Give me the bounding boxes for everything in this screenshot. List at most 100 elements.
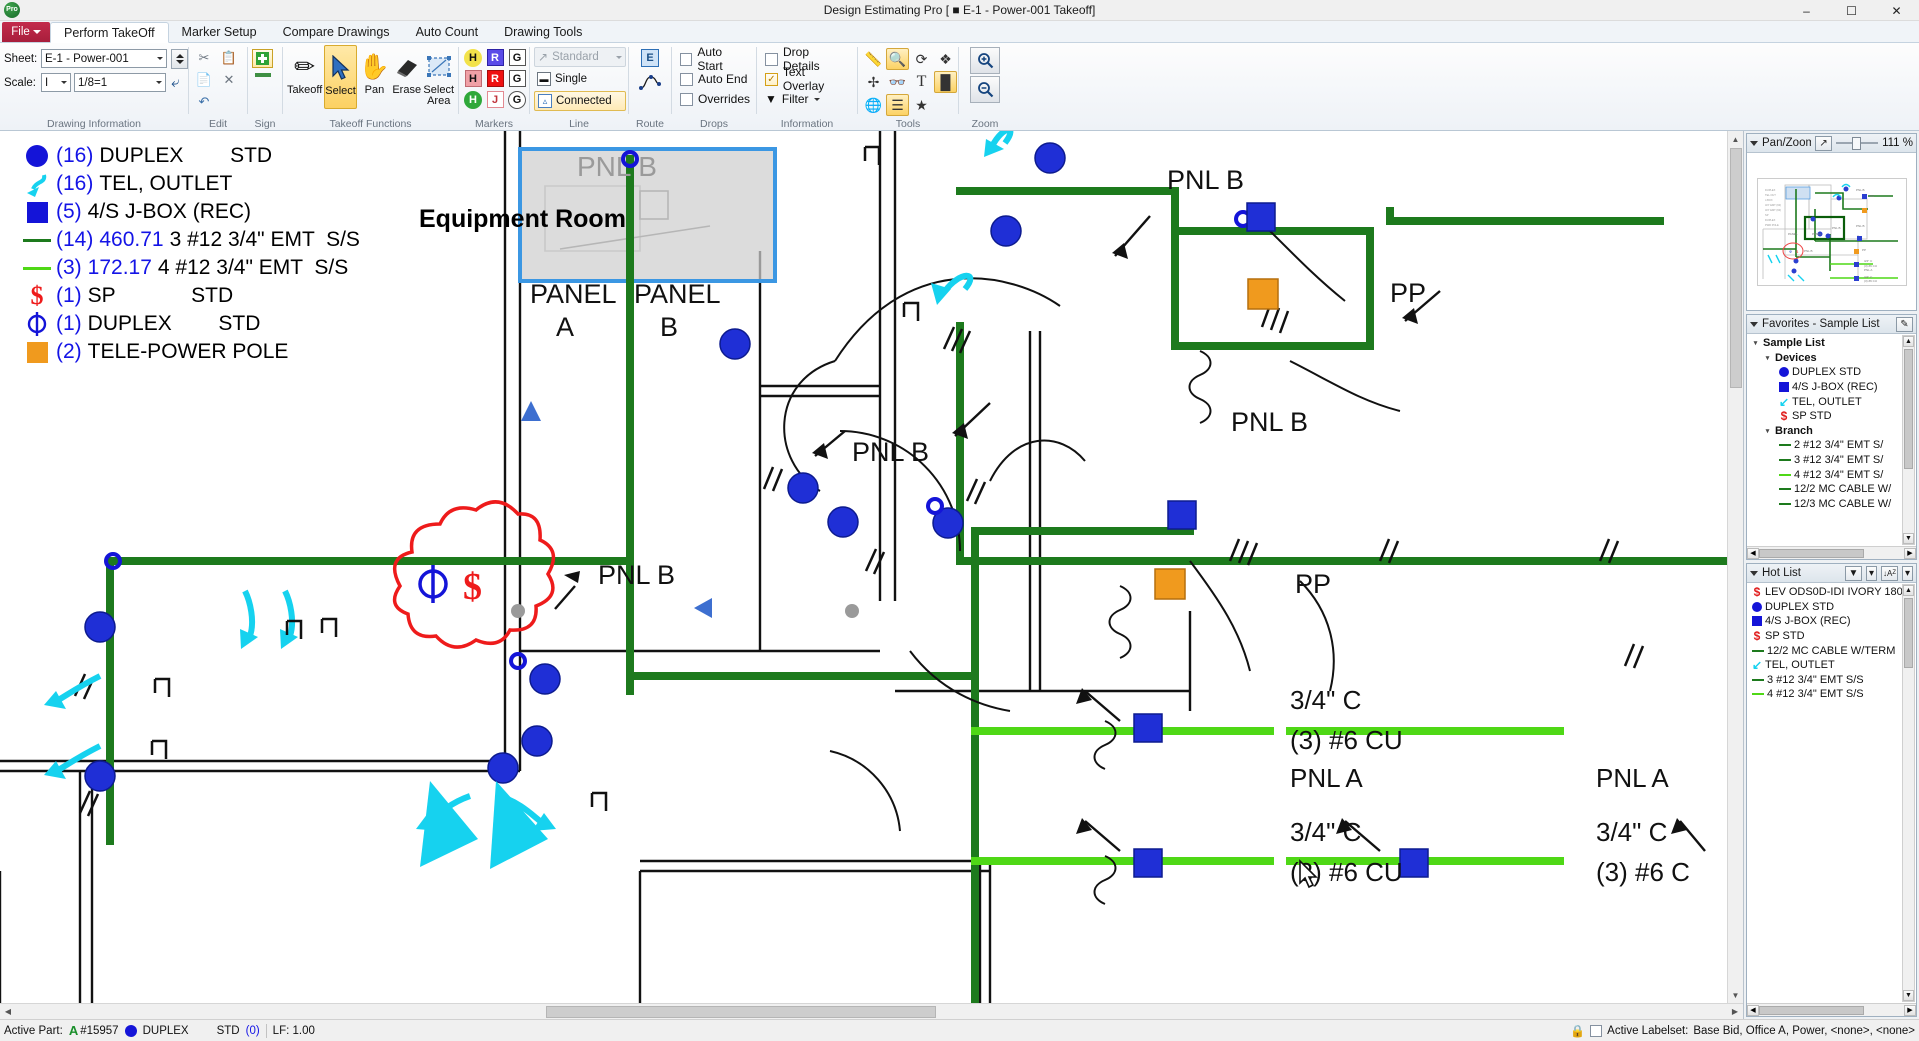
hscroll-thumb[interactable] bbox=[1759, 1005, 1864, 1015]
tree-node-sample-list[interactable]: ▾ Sample List bbox=[1749, 336, 1916, 351]
checkbox-auto-start[interactable]: Auto Start bbox=[676, 45, 752, 73]
checkbox-auto-end[interactable]: Auto End bbox=[676, 69, 751, 89]
sheet-select[interactable]: E-1 - Power-001 bbox=[41, 49, 167, 68]
erase-button[interactable]: Erase bbox=[392, 45, 421, 109]
takeoff-button[interactable]: ✏ Takeoff bbox=[287, 45, 322, 109]
sort-dropdown-icon[interactable]: ▾ bbox=[1902, 565, 1913, 581]
tree-item-branch-4[interactable]: 4 #12 3/4" EMT S/ bbox=[1749, 467, 1916, 482]
favorites-tree[interactable]: ▾ Sample List ▾ Devices DUPLEX STD 4/S J… bbox=[1747, 334, 1916, 546]
sort-az-icon[interactable]: ↓A Z bbox=[1881, 565, 1898, 581]
marker-h-yellow[interactable]: H bbox=[463, 48, 483, 67]
sheet-stepper[interactable] bbox=[171, 48, 188, 69]
scroll-up-icon[interactable]: ▲ bbox=[1903, 336, 1914, 347]
hot-list-header[interactable]: Hot List ▼ ▾ ↓A Z ▾ bbox=[1747, 564, 1916, 583]
marker-g-white[interactable]: G bbox=[507, 48, 527, 67]
delete-icon[interactable]: ✕ bbox=[218, 70, 240, 90]
cut-icon[interactable]: ✂ bbox=[193, 48, 215, 68]
target-icon[interactable]: ❖ bbox=[934, 48, 957, 70]
select-button[interactable]: Select bbox=[324, 45, 357, 109]
route-e-button[interactable]: E bbox=[638, 47, 662, 69]
legend-item[interactable]: (16) TEL, OUTLET bbox=[18, 170, 360, 198]
tab-perform-takeoff[interactable]: Perform TakeOff bbox=[50, 22, 169, 43]
maximize-button[interactable]: ☐ bbox=[1829, 0, 1874, 21]
scroll-right-icon[interactable]: ▶ bbox=[1904, 547, 1916, 559]
remove-sign-button[interactable] bbox=[254, 73, 271, 77]
hot-list-items[interactable]: $ LEV ODS0D-IDI IVORY 180D DUPLEX STD 4/… bbox=[1747, 583, 1916, 1003]
canvas-horizontal-scrollbar[interactable]: ◀ ▶ bbox=[0, 1003, 1743, 1019]
legend-item[interactable]: (3) 172.17 4 #12 3/4" EMT S/S bbox=[18, 254, 360, 282]
marker-r-red[interactable]: R bbox=[485, 69, 505, 88]
vscroll-thumb[interactable] bbox=[1904, 598, 1913, 668]
zoom-out-button[interactable] bbox=[970, 76, 1000, 103]
paste-icon[interactable]: 📄 bbox=[193, 70, 215, 90]
tree-item-mc-12-3[interactable]: 12/3 MC CABLE W/ bbox=[1749, 497, 1916, 512]
scroll-down-icon[interactable]: ▼ bbox=[1903, 533, 1914, 544]
pan-zoom-body[interactable]: DUPLEX TEL OUT J-BOX 3/4" EMT (60) 3/4" EMT… bbox=[1747, 153, 1916, 310]
rotate-icon[interactable]: ⟳ bbox=[910, 48, 933, 70]
caret-icon[interactable]: ▾ bbox=[1763, 354, 1772, 362]
scroll-down-icon[interactable]: ▼ bbox=[1903, 990, 1914, 1001]
hot-list-item[interactable]: 3 #12 3/4" EMT S/S bbox=[1749, 673, 1916, 688]
favorites-header[interactable]: Favorites - Sample List ✎ bbox=[1747, 315, 1916, 334]
tree-item-sp[interactable]: $ SP STD bbox=[1749, 409, 1916, 424]
scroll-down-icon[interactable]: ▼ bbox=[1728, 987, 1744, 1003]
minimize-button[interactable]: – bbox=[1784, 0, 1829, 21]
chevron-down-icon[interactable] bbox=[57, 74, 70, 91]
zoom-slider[interactable] bbox=[1836, 136, 1879, 150]
checkbox-overrides[interactable]: Overrides bbox=[676, 89, 754, 109]
measure-icon[interactable]: 📏 bbox=[862, 48, 885, 70]
scroll-up-icon[interactable]: ▲ bbox=[1903, 585, 1914, 596]
hot-list-horizontal-scrollbar[interactable]: ◀ ▶ bbox=[1747, 1003, 1916, 1016]
scale-select[interactable]: 1/8=1 bbox=[74, 73, 166, 92]
close-button[interactable]: ✕ bbox=[1874, 0, 1919, 21]
select-area-button[interactable]: Select Area bbox=[423, 45, 454, 109]
tree-item-branch-3[interactable]: 3 #12 3/4" EMT S/ bbox=[1749, 453, 1916, 468]
canvas-vertical-scrollbar[interactable]: ▲ ▼ bbox=[1727, 131, 1743, 1003]
scroll-left-icon[interactable]: ◀ bbox=[0, 1004, 16, 1020]
file-menu-button[interactable]: File bbox=[2, 22, 50, 42]
collapse-icon[interactable] bbox=[1750, 321, 1758, 327]
tab-auto-count[interactable]: Auto Count bbox=[403, 21, 492, 42]
collapse-icon[interactable] bbox=[1750, 570, 1758, 576]
line-single-option[interactable]: ▬ Single bbox=[534, 69, 626, 89]
scroll-left-icon[interactable]: ◀ bbox=[1747, 547, 1759, 559]
text-icon[interactable]: T bbox=[910, 71, 933, 93]
labelset-checkbox[interactable] bbox=[1590, 1024, 1603, 1037]
line-standard-select[interactable]: ↗ Standard bbox=[534, 47, 626, 67]
caret-icon[interactable]: ▾ bbox=[1751, 339, 1760, 347]
pan-zoom-header[interactable]: Pan/Zoom ↗ 111 % bbox=[1747, 134, 1916, 153]
expand-icon[interactable]: ↗ bbox=[1815, 135, 1833, 151]
legend-item[interactable]: (2) TELE-POWER POLE bbox=[18, 338, 360, 366]
route-path-button[interactable] bbox=[638, 71, 662, 93]
hot-list-item[interactable]: 4 #12 3/4" EMT S/S bbox=[1749, 687, 1916, 702]
tree-item-duplex[interactable]: DUPLEX STD bbox=[1749, 365, 1916, 380]
scroll-up-icon[interactable]: ▲ bbox=[1728, 131, 1744, 147]
marker-g-outline[interactable]: G bbox=[507, 69, 527, 88]
funnel-dropdown-icon[interactable]: ▾ bbox=[1866, 565, 1877, 581]
hscroll-thumb[interactable] bbox=[546, 1005, 936, 1018]
copy-icon[interactable]: 📋 bbox=[218, 48, 240, 68]
tab-compare-drawings[interactable]: Compare Drawings bbox=[270, 21, 403, 42]
legend-item[interactable]: $ (1) SP STD bbox=[18, 281, 360, 310]
hot-list-item[interactable]: 12/2 MC CABLE W/TERM bbox=[1749, 643, 1916, 658]
glasses-icon[interactable]: 👓 bbox=[886, 71, 909, 93]
drawing-canvas[interactable]: $ PNL B PNL B PNL B PNL B PP PP PNL B PA… bbox=[0, 131, 1727, 1003]
chevron-down-icon[interactable] bbox=[153, 50, 166, 67]
collapse-icon[interactable] bbox=[1750, 140, 1758, 146]
hot-list-item[interactable]: $ LEV ODS0D-IDI IVORY 180D bbox=[1749, 585, 1916, 600]
tree-item-mc-12-2[interactable]: 12/2 MC CABLE W/ bbox=[1749, 482, 1916, 497]
tree-item-jbox[interactable]: 4/S J-BOX (REC) bbox=[1749, 380, 1916, 395]
hot-list-item[interactable]: $ SP STD bbox=[1749, 629, 1916, 644]
scroll-left-icon[interactable]: ◀ bbox=[1747, 1004, 1759, 1016]
tab-marker-setup[interactable]: Marker Setup bbox=[169, 21, 270, 42]
line-connected-option[interactable]: ▵ Connected bbox=[534, 91, 626, 111]
star-icon[interactable]: ★ bbox=[910, 94, 933, 116]
thumbnail-preview[interactable]: DUPLEX TEL OUT J-BOX 3/4" EMT (60) 3/4" EMT… bbox=[1756, 177, 1907, 286]
filter-button[interactable]: ▼ Filter bbox=[761, 89, 824, 109]
hot-list-item[interactable]: DUPLEX STD bbox=[1749, 600, 1916, 615]
move-icon[interactable]: ✢ bbox=[862, 71, 885, 93]
marker-j-pink[interactable]: J bbox=[485, 90, 505, 109]
scale-unit-select[interactable]: I bbox=[41, 73, 71, 92]
marker-r-blue[interactable]: R bbox=[485, 48, 505, 67]
chevron-down-icon[interactable] bbox=[152, 74, 165, 91]
